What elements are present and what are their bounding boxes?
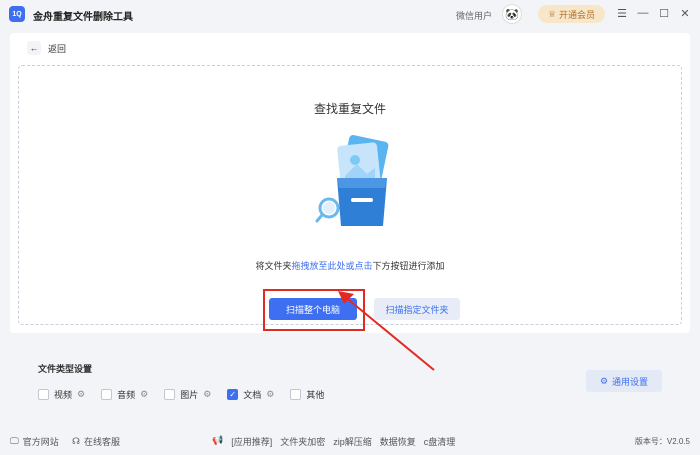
general-settings-button[interactable]: ⚙ 通用设置	[586, 370, 662, 392]
footer-link[interactable]: zip解压缩	[333, 435, 372, 448]
megaphone-icon: 📢	[212, 435, 224, 445]
drop-title: 查找重复文件	[313, 102, 386, 116]
type-image[interactable]: 图片 ⚙	[164, 388, 211, 401]
menu-icon[interactable]: ☰	[615, 6, 629, 20]
type-label: 文档	[243, 390, 262, 400]
footer-app-links: 📢 [应用推荐] 文件夹加密 zip解压缩 数据恢复 c盘清理	[212, 435, 455, 448]
gear-icon[interactable]: ⚙	[140, 389, 148, 400]
type-label: 视频	[54, 390, 73, 400]
monitor-icon: 🖵	[10, 436, 19, 446]
website-link[interactable]: 🖵 官方网站	[10, 435, 59, 448]
annotation-arrow	[338, 291, 435, 371]
user-name[interactable]: 微信用户	[456, 9, 492, 22]
video-checkbox[interactable]	[38, 389, 49, 400]
footer-link[interactable]: [应用推荐]	[231, 435, 272, 448]
panda-avatar-icon[interactable]: 🐼	[502, 4, 522, 24]
gear-icon[interactable]: ⚙	[203, 389, 211, 400]
title-bar: 1Q 金舟重复文件删除工具 微信用户 🐼 ♕ 开通会员 ☰ — ☐ ✕	[0, 0, 700, 28]
type-label: 图片	[180, 390, 199, 400]
hint-link[interactable]: 拖拽放至此处或点击	[291, 261, 372, 271]
footer-link[interactable]: 数据恢复	[380, 435, 416, 448]
document-checkbox[interactable]: ✓	[227, 389, 239, 400]
close-icon[interactable]: ✕	[678, 6, 692, 20]
footer-link[interactable]: 文件夹加密	[280, 435, 325, 448]
website-label: 官方网站	[22, 437, 59, 447]
back-arrow-icon[interactable]: ←	[27, 41, 41, 55]
drop-hint: 将文件夹拖拽放至此处或点击下方按钮进行添加	[19, 259, 681, 272]
hint-text-after: 下方按钮进行添加	[372, 261, 445, 271]
headset-icon: ☊	[72, 436, 80, 446]
app-logo: 1Q	[9, 6, 25, 22]
type-audio[interactable]: 音频 ⚙	[101, 388, 148, 401]
maximize-icon[interactable]: ☐	[657, 6, 671, 20]
folder-search-illustration	[315, 135, 389, 226]
footer: 🖵 官方网站 ☊ 在线客服 📢 [应用推荐] 文件夹加密 zip解压缩 数据恢复…	[0, 430, 700, 452]
gear-icon[interactable]: ⚙	[77, 389, 85, 400]
minimize-icon[interactable]: —	[636, 6, 650, 20]
gear-icon[interactable]: ⚙	[266, 389, 274, 400]
type-label: 音频	[117, 390, 136, 400]
version-label: 版本号：V2.0.5	[634, 437, 690, 446]
settings-gear-icon: ⚙	[599, 375, 609, 386]
audio-checkbox[interactable]	[101, 389, 113, 400]
type-video[interactable]: 视频 ⚙	[38, 388, 85, 401]
app-title: 金舟重复文件删除工具	[33, 12, 133, 23]
file-type-list: 视频 ⚙ 音频 ⚙ 图片 ⚙ ✓ 文档 ⚙ 其他	[38, 388, 324, 401]
support-link[interactable]: ☊ 在线客服	[72, 435, 120, 448]
general-settings-label: 通用设置	[612, 376, 649, 387]
vip-label: 开通会员	[559, 9, 596, 20]
other-checkbox[interactable]	[290, 389, 302, 400]
type-document[interactable]: ✓ 文档 ⚙	[227, 388, 274, 401]
settings-title: 文件类型设置	[38, 364, 93, 374]
image-checkbox[interactable]	[164, 389, 176, 400]
type-other[interactable]: 其他	[290, 388, 324, 401]
support-label: 在线客服	[84, 437, 121, 447]
footer-link[interactable]: c盘清理	[424, 435, 456, 448]
back-label[interactable]: 返回	[48, 42, 66, 55]
type-label: 其他	[306, 390, 325, 400]
crown-icon: ♕	[547, 8, 557, 19]
hint-text-before: 将文件夹	[255, 261, 292, 271]
vip-button[interactable]: ♕ 开通会员	[538, 5, 605, 23]
